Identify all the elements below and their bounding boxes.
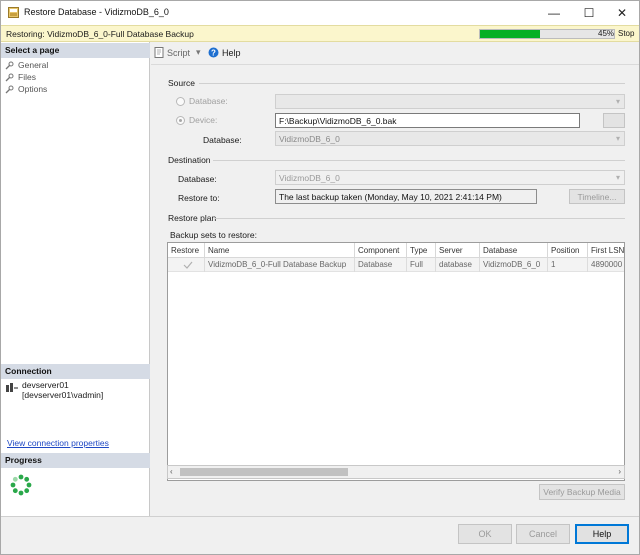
column-header-server[interactable]: Server <box>436 243 480 258</box>
backup-sets-grid: Restore Name Component Type Server Datab… <box>167 242 625 481</box>
server-cell: database <box>436 258 480 272</box>
column-header-first-lsn[interactable]: First LSN <box>588 243 624 258</box>
source-group-label: Source <box>168 78 195 88</box>
script-icon <box>154 47 164 58</box>
help-button[interactable]: Help <box>575 524 629 544</box>
destination-database-select[interactable]: VidizmoDB_6_0 ▾ <box>275 170 625 185</box>
help-toolbar-label: Help <box>222 47 241 58</box>
wrench-icon <box>5 85 14 93</box>
restore-progress-fill <box>480 30 541 38</box>
restore-checkbox[interactable] <box>176 260 200 270</box>
connection-info: devserver01 [devserver01\vadmin] <box>22 380 103 400</box>
restore-progress-bar <box>479 29 615 39</box>
timeline-button[interactable]: Timeline... <box>569 189 625 204</box>
destination-divider <box>213 160 625 161</box>
horizontal-scrollbar[interactable]: ‹ › <box>167 465 625 479</box>
login-name: [devserver01\vadmin] <box>22 390 104 400</box>
restore-cell <box>168 258 205 272</box>
database-source-radio[interactable] <box>176 97 185 106</box>
type-cell: Full <box>407 258 436 272</box>
chevron-down-icon: ▾ <box>615 97 620 106</box>
scroll-left-icon[interactable]: ‹ <box>170 467 173 476</box>
source-database-value: VidizmoDB_6_0 <box>279 134 340 144</box>
minimize-button[interactable]: — <box>539 1 569 25</box>
checkmark-icon <box>183 261 193 269</box>
page-item-files[interactable]: Files <box>5 71 36 83</box>
connection-header: Connection <box>1 364 150 379</box>
device-path-input[interactable]: F:\Backup\VidizmoDB_6_0.bak <box>275 113 580 128</box>
window-title: Restore Database - VidizmoDB_6_0 <box>24 7 169 17</box>
left-pane: Select a page General Files Options Conn… <box>1 42 150 516</box>
help-toolbar-button[interactable]: ? Help <box>208 47 241 58</box>
chevron-down-icon[interactable]: ▾ <box>196 47 201 58</box>
column-header-database[interactable]: Database <box>480 243 548 258</box>
grid-header: Restore Name Component Type Server Datab… <box>168 243 624 258</box>
restore-to-label: Restore to: <box>178 193 220 203</box>
backup-sets-label: Backup sets to restore: <box>170 230 257 240</box>
progress-percent: 45% <box>598 29 615 38</box>
scroll-right-icon[interactable]: › <box>618 467 621 476</box>
page-item-label: Files <box>18 72 36 82</box>
source-database-label: Database: <box>203 135 242 145</box>
device-source-label: Device: <box>189 115 218 125</box>
device-source-radio[interactable] <box>176 116 185 125</box>
column-header-restore[interactable]: Restore <box>168 243 205 258</box>
chevron-down-icon: ▾ <box>615 173 620 182</box>
page-item-label: General <box>18 60 49 70</box>
destination-database-value: VidizmoDB_6_0 <box>279 173 340 183</box>
status-text: Restoring: VidizmoDB_6_0-Full Database B… <box>6 29 194 39</box>
cancel-button[interactable]: Cancel <box>516 524 570 544</box>
view-connection-properties-link[interactable]: View connection properties <box>7 438 109 448</box>
scrollbar-thumb[interactable] <box>180 468 348 476</box>
column-header-component[interactable]: Component <box>355 243 407 258</box>
restore-plan-group-label: Restore plan <box>168 213 217 223</box>
column-header-name[interactable]: Name <box>205 243 355 258</box>
page-item-options[interactable]: Options <box>5 83 47 95</box>
wrench-icon <box>5 61 14 69</box>
script-label: Script <box>167 47 191 58</box>
close-button[interactable]: ✕ <box>607 1 637 25</box>
component-cell: Database <box>355 258 407 272</box>
progress-spinner-icon <box>10 474 32 496</box>
app-icon <box>8 7 19 18</box>
source-database-dropdown[interactable]: ▾ <box>275 94 625 109</box>
maximize-button[interactable]: ☐ <box>574 1 604 25</box>
restore-to-field: The last backup taken (Monday, May 10, 2… <box>275 189 537 204</box>
page-item-label: Options <box>18 84 48 94</box>
script-button[interactable]: Script ▾ <box>154 47 201 58</box>
title-bar: Restore Database - VidizmoDB_6_0 — ☐ ✕ <box>1 1 639 25</box>
chevron-down-icon: ▾ <box>615 134 620 143</box>
server-name: devserver01 <box>22 380 69 390</box>
table-row[interactable]: VidizmoDB_6_0-Full Database Backup Datab… <box>168 258 624 272</box>
destination-group-label: Destination <box>168 155 211 165</box>
destination-database-label: Database: <box>178 174 217 184</box>
stop-button[interactable]: Stop <box>618 29 634 38</box>
name-cell: VidizmoDB_6_0-Full Database Backup <box>205 258 355 272</box>
server-connection-icon <box>6 383 18 392</box>
restore-plan-divider <box>215 218 625 219</box>
column-header-position[interactable]: Position <box>548 243 588 258</box>
first-lsn-cell: 4890000 <box>591 260 623 269</box>
browse-device-button[interactable] <box>603 113 625 128</box>
svg-text:?: ? <box>211 48 216 57</box>
help-icon: ? <box>208 47 219 58</box>
toolbar-divider <box>151 64 639 65</box>
ok-button[interactable]: OK <box>458 524 512 544</box>
position-cell: 1 <box>548 258 588 272</box>
source-divider <box>199 83 625 84</box>
page-item-general[interactable]: General <box>5 59 48 71</box>
source-database-select[interactable]: VidizmoDB_6_0 ▾ <box>275 131 625 146</box>
restore-database-dialog: Restore Database - VidizmoDB_6_0 — ☐ ✕ R… <box>0 0 640 555</box>
database-source-label: Database: <box>189 96 228 106</box>
progress-header: Progress <box>1 453 150 468</box>
verify-backup-media-button[interactable]: Verify Backup Media <box>539 484 625 500</box>
database-cell: VidizmoDB_6_0 <box>480 258 548 272</box>
restore-status-bar: Restoring: VidizmoDB_6_0-Full Database B… <box>1 25 639 42</box>
wrench-icon <box>5 73 14 81</box>
column-header-type[interactable]: Type <box>407 243 436 258</box>
footer-divider <box>1 516 639 517</box>
select-page-header: Select a page <box>1 43 150 58</box>
